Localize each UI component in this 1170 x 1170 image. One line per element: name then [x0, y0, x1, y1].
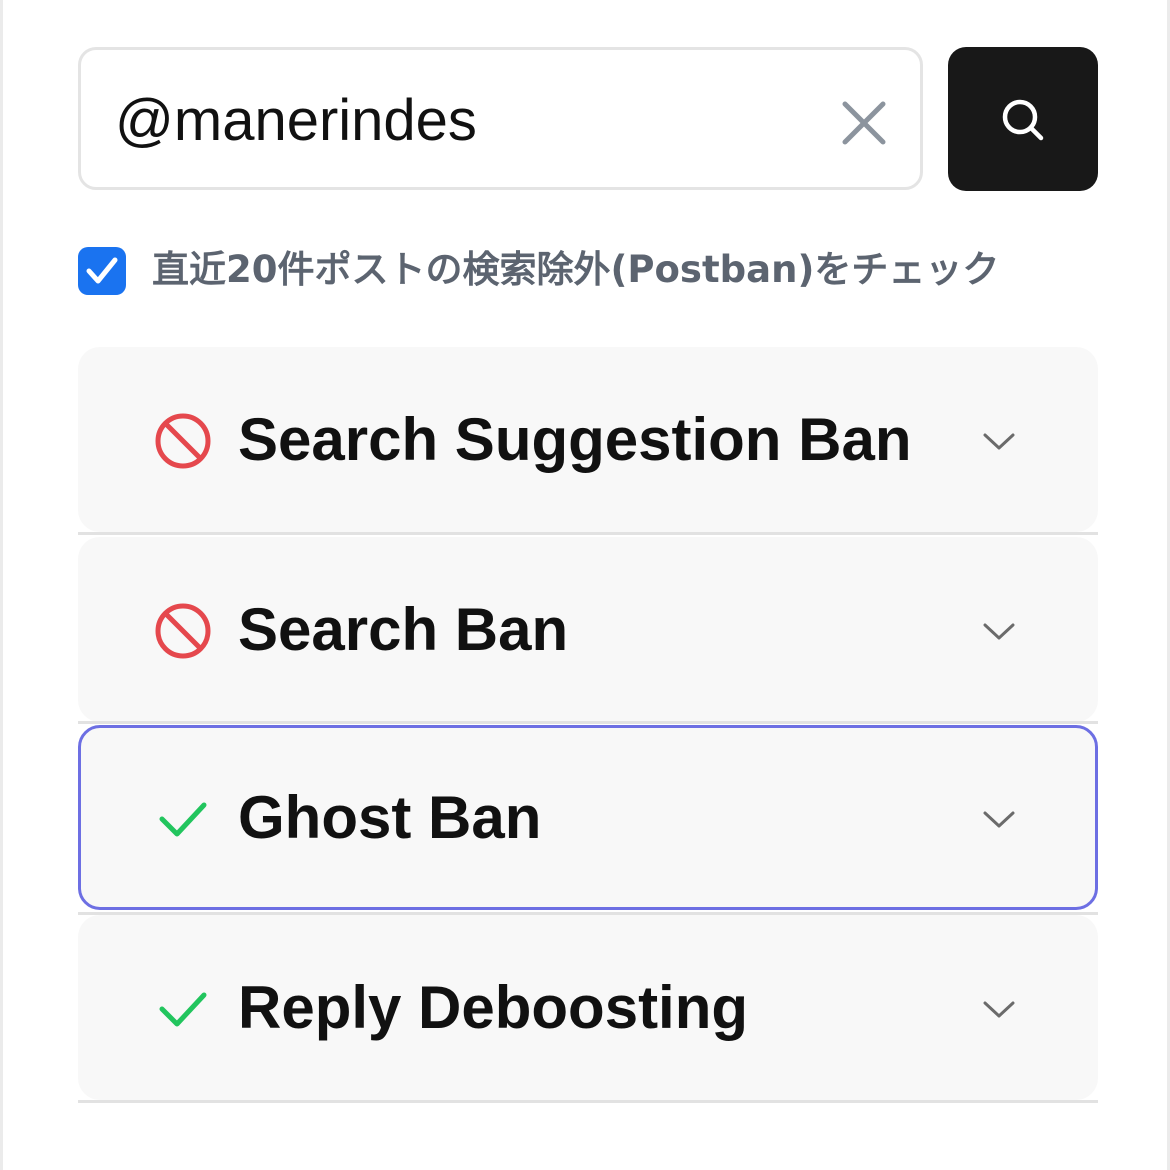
result-panel-ghost-ban[interactable]: Ghost Ban	[78, 725, 1098, 910]
prohibited-icon	[155, 413, 211, 469]
page: 直近20件ポストの検索除外(Postban)をチェック Search Sugge…	[0, 0, 1170, 1170]
result-title: Search Ban	[238, 596, 569, 663]
checkmark-icon	[159, 802, 207, 837]
divider	[78, 532, 1098, 535]
prohibited-icon	[155, 603, 211, 659]
postban-checkbox[interactable]	[78, 247, 126, 295]
search-row	[78, 47, 1098, 191]
result-title: Search Suggestion Ban	[238, 406, 912, 473]
result-panel-search-ban[interactable]: Search Ban	[78, 537, 1098, 722]
x-icon[interactable]	[839, 98, 889, 148]
postban-option-label: 直近20件ポストの検索除外(Postban)をチェック	[152, 248, 1000, 291]
result-panel-search-suggestion-ban[interactable]: Search Suggestion Ban	[78, 347, 1098, 532]
check-icon	[86, 257, 118, 284]
checkmark-icon	[159, 992, 207, 1027]
divider	[78, 721, 1098, 724]
result-title: Ghost Ban	[238, 784, 542, 851]
search-box	[78, 47, 923, 190]
result-title: Reply Deboosting	[238, 974, 749, 1041]
chevron-down-icon	[983, 1001, 1015, 1018]
chevron-down-icon	[983, 811, 1015, 828]
result-panel-reply-deboosting[interactable]: Reply Deboosting	[78, 915, 1098, 1100]
search-icon	[1002, 99, 1044, 141]
search-button[interactable]	[948, 47, 1098, 191]
divider	[78, 1100, 1098, 1103]
chevron-down-icon	[983, 433, 1015, 450]
chevron-down-icon	[983, 623, 1015, 640]
search-input[interactable]	[115, 72, 815, 168]
